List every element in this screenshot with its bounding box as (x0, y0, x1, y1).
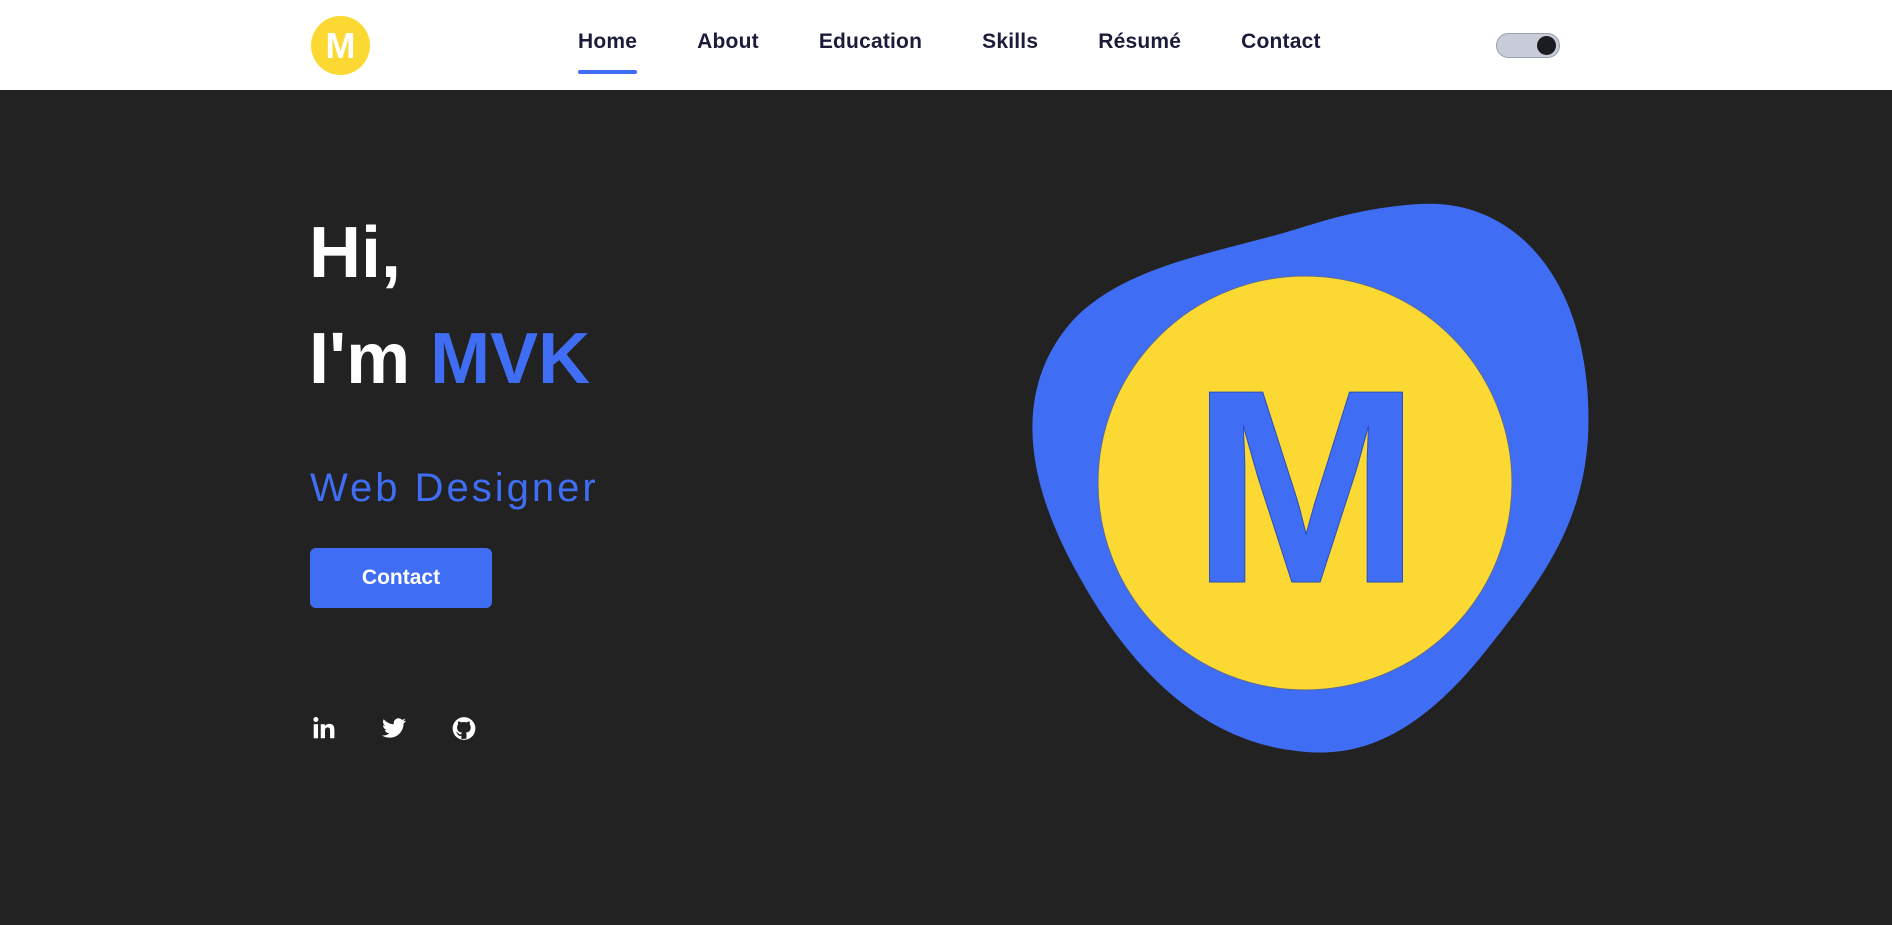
main-nav: Home About Education Skills Résumé Conta… (578, 30, 1321, 74)
nav-education[interactable]: Education (819, 30, 922, 54)
nav-contact[interactable]: Contact (1241, 30, 1321, 54)
site-header: M Home About Education Skills Résumé Con… (0, 0, 1892, 90)
contact-button[interactable]: Contact (310, 548, 492, 608)
github-icon[interactable] (451, 715, 477, 741)
nav-home[interactable]: Home (578, 30, 638, 74)
nav-about[interactable]: About (697, 30, 759, 54)
hero-name: MVK (430, 319, 591, 399)
social-links (311, 715, 477, 741)
linkedin-icon[interactable] (311, 715, 337, 741)
hero-greeting: Hi, (309, 213, 402, 293)
hero-intro: I'm MVK (309, 314, 590, 404)
hero-role: Web Designer (310, 466, 599, 510)
logo-letter: M (325, 25, 356, 66)
hero-illustration: M (1020, 198, 1594, 758)
nav-skills[interactable]: Skills (982, 30, 1038, 54)
theme-toggle[interactable] (1496, 33, 1560, 58)
hero-intro-prefix: I'm (309, 319, 411, 399)
logo[interactable]: M (311, 16, 370, 75)
toggle-knob (1537, 36, 1556, 55)
nav-resume[interactable]: Résumé (1098, 30, 1181, 54)
twitter-icon[interactable] (381, 715, 407, 741)
illustration-letter: M (1191, 333, 1421, 641)
